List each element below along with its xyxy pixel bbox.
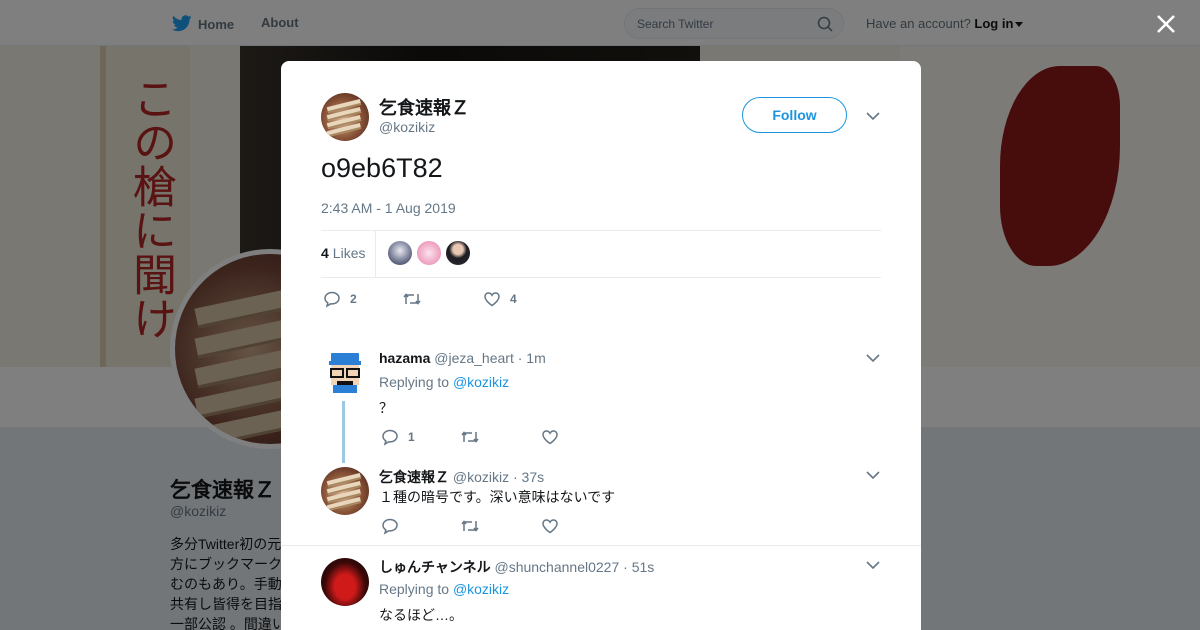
reply-author-handle[interactable]: @kozikiz [453,469,509,485]
divider [321,230,881,231]
chevron-down-icon[interactable] [866,353,880,363]
like-button[interactable] [541,517,559,535]
like-button[interactable]: 4 [483,290,517,308]
author-handle[interactable]: @kozikiz [379,119,435,135]
heart-icon [542,519,558,534]
reply-icon [382,429,398,446]
reply-text: ？ [379,400,393,416]
reply-avatar[interactable] [321,349,369,397]
reply-icon [324,291,340,308]
retweet-icon [403,293,421,305]
reply-time[interactable]: · 51s [623,559,654,575]
divider [321,277,881,278]
reply-button[interactable] [381,517,399,535]
replying-label: Replying to [379,581,450,597]
reply-header: しゅんチャンネル @shunchannel0227 · 51s [379,557,654,577]
author-avatar[interactable] [321,93,369,141]
like-count: 4 [510,292,517,306]
tweet-text: o9eb6T82 [321,153,443,183]
replying-to-link[interactable]: @kozikiz [453,581,509,597]
chevron-down-icon[interactable] [866,470,880,480]
retweet-icon [461,520,479,532]
tweet-timestamp[interactable]: 2:43 AM - 1 Aug 2019 [321,200,456,216]
reply-text: なるほど…。 [379,607,463,623]
reply-button[interactable]: 1 [381,428,415,446]
follow-button[interactable]: Follow [742,97,847,133]
liker-avatar[interactable] [417,241,441,265]
reply-avatar[interactable] [321,467,369,515]
reply-author-name[interactable]: hazama [379,350,430,366]
reply-author-handle[interactable]: @jeza_heart [434,350,514,366]
tweet-modal: 乞食速報Ｚ @kozikiz Follow o9eb6T82 2:43 AM -… [281,61,921,630]
retweet-button[interactable] [460,428,480,446]
heart-icon [542,430,558,445]
retweet-button[interactable] [460,517,480,535]
divider [375,231,376,277]
chevron-down-icon[interactable] [866,111,880,121]
replying-to: Replying to @kozikiz [379,374,509,390]
reply-avatar[interactable] [321,558,369,606]
likes-stat[interactable]: 4 Likes [321,245,365,261]
reply-author-name[interactable]: 乞食速報Ｚ [379,469,449,485]
reply-header: hazama @jeza_heart · 1m [379,350,546,366]
reply-time[interactable]: · 37s [513,469,544,485]
reply-time[interactable]: · 1m [518,350,546,366]
retweet-icon [461,431,479,443]
replying-to-link[interactable]: @kozikiz [453,374,509,390]
reply-header: 乞食速報Ｚ @kozikiz · 37s [379,467,544,487]
reply-button[interactable]: 2 [323,290,357,308]
liker-avatar[interactable] [446,241,470,265]
close-icon[interactable] [1152,10,1180,38]
reply-icon [382,518,398,535]
like-button[interactable] [541,428,559,446]
thread-line [342,401,345,463]
reply-count: 1 [408,430,415,444]
reply-text: １種の暗号です。深い意味はないです [379,489,616,505]
reply-count: 2 [350,292,357,306]
heart-icon [484,292,500,307]
author-name[interactable]: 乞食速報Ｚ [379,94,469,120]
replying-label: Replying to [379,374,450,390]
likes-count: 4 [321,245,329,261]
divider [281,545,921,546]
liker-avatar[interactable] [388,241,412,265]
retweet-button[interactable] [402,290,431,308]
replying-to: Replying to @kozikiz [379,581,509,597]
reply-author-name[interactable]: しゅんチャンネル [379,559,491,575]
likes-label: Likes [332,245,366,261]
chevron-down-icon[interactable] [866,560,880,570]
reply-author-handle[interactable]: @shunchannel0227 [494,559,619,575]
